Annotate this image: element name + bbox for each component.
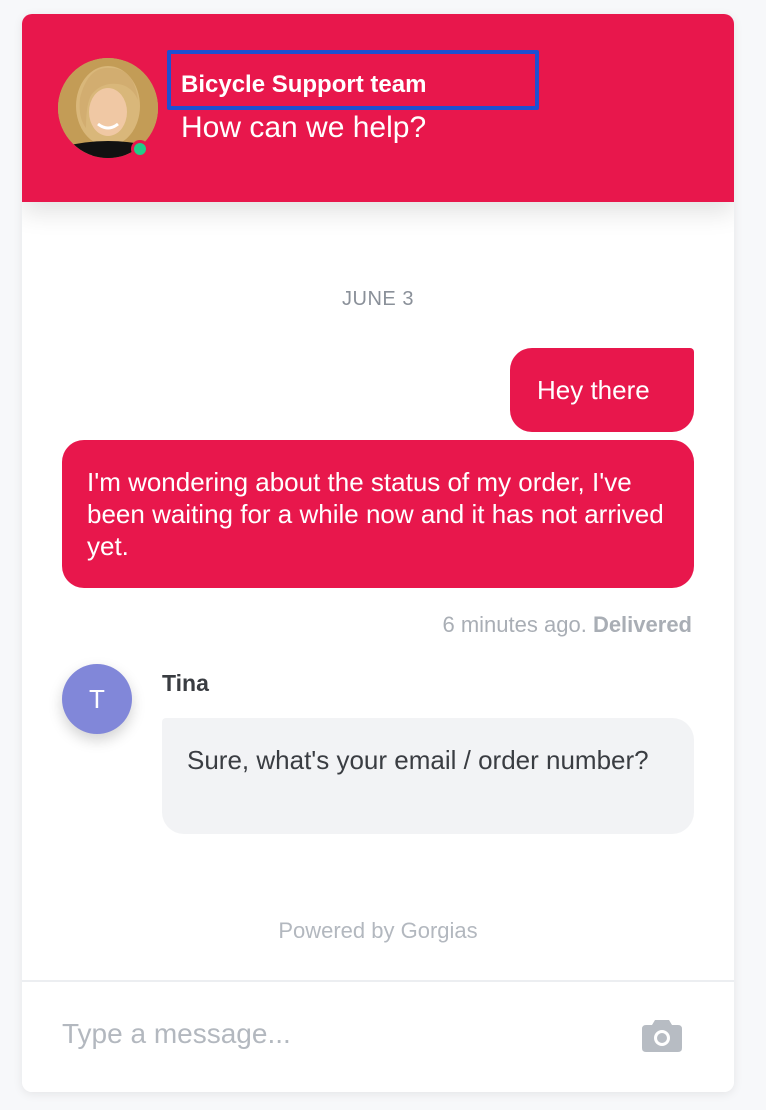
header-subtitle: How can we help? (181, 111, 427, 144)
receipt-time: 6 minutes ago. (442, 612, 587, 637)
agent-name: Tina (162, 670, 209, 696)
delivery-status: Delivered (592, 612, 692, 637)
chat-header: Bicycle Support team How can we help? (22, 14, 734, 202)
outgoing-message: Hey there (510, 348, 694, 432)
chat-widget: Bicycle Support team How can we help? JU… (22, 14, 734, 1092)
outgoing-message: I'm wondering about the status of my ord… (62, 440, 694, 588)
agent-avatar: T (62, 664, 132, 734)
message-input[interactable] (62, 1010, 622, 1058)
online-status-indicator (131, 140, 149, 158)
incoming-message: Sure, what's your email / order number? (162, 718, 694, 834)
team-name: Bicycle Support team (181, 71, 427, 98)
powered-by-label[interactable]: Powered by Gorgias (22, 918, 734, 944)
conversation-date: JUNE 3 (342, 288, 414, 310)
message-composer (22, 980, 734, 1092)
message-receipt: 6 minutes ago. Delivered (443, 612, 693, 638)
camera-icon[interactable] (642, 1018, 682, 1052)
